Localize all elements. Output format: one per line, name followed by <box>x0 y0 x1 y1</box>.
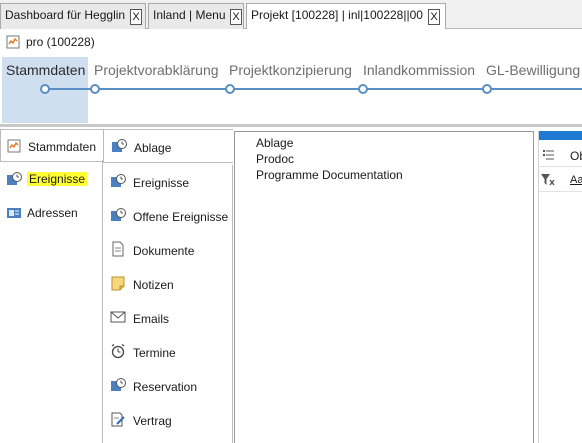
mid-nav-label: Offene Ereignisse <box>133 210 229 224</box>
process-steps: Stammdaten Projektvorabklärung Projektko… <box>0 57 582 123</box>
mid-nav-ablage[interactable]: Ablage <box>103 129 233 163</box>
mid-nav-label: Notizen <box>133 278 174 292</box>
tab-inland-menu[interactable]: Inland | Menu X <box>148 3 244 29</box>
left-nav: Stammdaten Ereignisse Adressen <box>0 127 103 443</box>
list-item[interactable]: Programme Documentation <box>256 168 403 182</box>
step-stammdaten[interactable]: Stammdaten <box>6 62 85 78</box>
list-icon <box>543 150 554 160</box>
left-nav-adressen[interactable]: Adressen <box>0 196 103 229</box>
tab-bar: Dashboard für Hegglin X Inland | Menu X … <box>0 0 582 30</box>
step-dot[interactable] <box>482 84 492 94</box>
left-nav-ereignisse[interactable]: Ereignisse <box>0 162 103 195</box>
left-nav-stammdaten[interactable]: Stammdaten <box>0 129 103 162</box>
step-inlandkommission[interactable]: Inlandkommission <box>363 62 475 78</box>
alarm-clock-icon <box>111 343 125 359</box>
event-icon <box>111 208 126 221</box>
mid-nav-label: Emails <box>133 312 170 326</box>
close-icon[interactable]: X <box>230 9 242 25</box>
right-panel-label: Ob <box>570 149 582 163</box>
title-row: pro (100228) <box>0 29 582 55</box>
mid-nav-offene-ereignisse[interactable]: Offene Ereignisse <box>103 199 233 233</box>
middle-nav: Ablage Ereignisse Offene Ereignisse Doku… <box>103 127 233 443</box>
mid-nav-termine[interactable]: Termine <box>103 335 233 369</box>
close-icon[interactable]: X <box>428 9 440 25</box>
left-nav-label: Ereignisse <box>27 172 88 186</box>
project-icon <box>6 35 20 49</box>
mid-nav-dokumente[interactable]: Dokumente <box>103 233 233 267</box>
tab-projekt[interactable]: Projekt [100228] | inl|100228||00 X <box>246 3 446 30</box>
event-icon <box>112 139 127 152</box>
step-dot[interactable] <box>358 84 368 94</box>
tab-label: Dashboard für Hegglin <box>5 8 126 22</box>
contract-icon <box>111 412 125 427</box>
left-nav-label: Stammdaten <box>28 140 97 154</box>
note-icon <box>111 276 125 291</box>
document-icon <box>112 241 124 257</box>
mid-nav-vertrag[interactable]: Vertrag <box>103 403 233 437</box>
list-item[interactable]: Ablage <box>256 136 293 150</box>
panel-header <box>539 131 582 140</box>
mid-nav-label: Reservation <box>133 380 198 394</box>
right-panel: Ob Aa <box>538 131 582 443</box>
highlighted-text: Ereignisse <box>27 172 88 186</box>
mail-icon <box>110 311 126 323</box>
mid-nav-reservation[interactable]: Reservation <box>103 369 233 403</box>
step-dot[interactable] <box>90 84 100 94</box>
step-gl-bewilligung[interactable]: GL-Bewilligung <box>486 62 580 78</box>
event-icon <box>111 174 126 187</box>
step-projektvorabklaerung[interactable]: Projektvorabklärung <box>94 62 219 78</box>
event-icon <box>111 378 126 391</box>
left-nav-label: Adressen <box>27 206 78 220</box>
filter-row[interactable]: Ob <box>539 143 582 167</box>
mid-nav-ereignisse[interactable]: Ereignisse <box>103 165 233 199</box>
close-icon[interactable]: X <box>130 9 142 25</box>
ablage-list: Ablage Prodoc Programme Documentation <box>234 131 534 443</box>
mid-nav-label: Termine <box>133 346 176 360</box>
event-icon <box>7 172 22 185</box>
mid-nav-label: Vertrag <box>133 414 172 428</box>
mid-nav-label: Ereignisse <box>133 176 190 190</box>
step-dot[interactable] <box>225 84 235 94</box>
mid-nav-border <box>232 165 233 443</box>
step-dot[interactable] <box>40 84 50 94</box>
page-title: pro (100228) <box>26 35 95 49</box>
clear-filter-icon <box>541 174 555 186</box>
step-line <box>45 88 582 90</box>
tab-label: Inland | Menu <box>153 8 226 22</box>
chart-doc-icon <box>7 139 21 153</box>
tab-dashboard[interactable]: Dashboard für Hegglin X <box>0 3 146 29</box>
mid-nav-emails[interactable]: Emails <box>103 301 233 335</box>
step-projektkonzipierung[interactable]: Projektkonzipierung <box>229 62 352 78</box>
clear-filter-row[interactable]: Aa <box>539 168 582 192</box>
mid-nav-notizen[interactable]: Notizen <box>103 267 233 301</box>
mid-nav-label: Ablage <box>134 141 172 155</box>
right-panel-label: Aa <box>570 174 582 186</box>
list-item[interactable]: Prodoc <box>256 152 294 166</box>
mid-nav-label: Dokumente <box>133 244 195 258</box>
tab-label: Projekt [100228] | inl|100228||00 <box>251 8 423 22</box>
address-book-icon <box>7 208 21 218</box>
